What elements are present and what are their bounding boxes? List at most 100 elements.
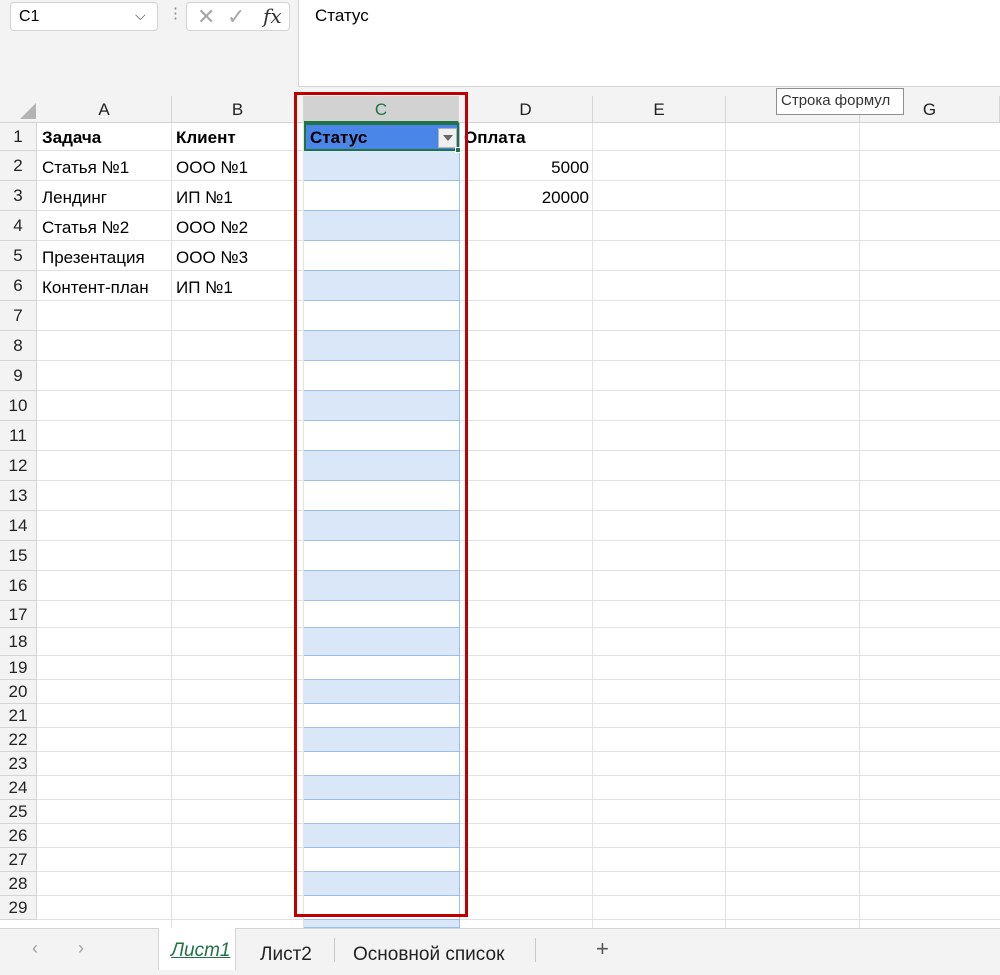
grid-line bbox=[37, 655, 1000, 656]
cancel-icon[interactable]: ✕ bbox=[197, 4, 215, 30]
name-box-value: C1 bbox=[19, 8, 40, 25]
grid-line bbox=[37, 570, 1000, 571]
sheet-tab-label: Лист1 bbox=[171, 940, 231, 961]
table-cell-b[interactable]: ООО №2 bbox=[176, 218, 248, 238]
formula-content: Статус bbox=[315, 6, 369, 25]
chevron-left-icon[interactable]: ‹ bbox=[32, 938, 38, 959]
row-header[interactable]: 19 bbox=[0, 656, 37, 680]
grid-line bbox=[37, 540, 1000, 541]
row-header[interactable]: 8 bbox=[0, 331, 37, 361]
grid-line bbox=[37, 823, 1000, 824]
table-cell-a[interactable]: Статья №1 bbox=[42, 158, 129, 178]
sheet-tab-3[interactable]: Основной список bbox=[353, 944, 504, 966]
row-header[interactable]: 3 bbox=[0, 181, 37, 211]
highlight-box bbox=[294, 92, 468, 917]
row-header[interactable]: 28 bbox=[0, 872, 37, 896]
table-cell-a[interactable]: Лендинг bbox=[42, 188, 107, 208]
grid-line bbox=[37, 703, 1000, 704]
grid-line bbox=[37, 480, 1000, 481]
grid-line bbox=[37, 270, 1000, 271]
grid-line bbox=[37, 150, 1000, 151]
row-header[interactable]: 24 bbox=[0, 776, 37, 800]
formula-buttons: ✕ ✓ fx bbox=[186, 2, 290, 31]
column-header-b[interactable]: B bbox=[172, 96, 304, 123]
row-header[interactable]: 29 bbox=[0, 896, 37, 920]
sheet-tab-1[interactable]: Лист1 bbox=[158, 928, 236, 970]
chevron-down-icon[interactable]: ⌵ bbox=[135, 7, 146, 24]
table-cell-a[interactable]: Статья №2 bbox=[42, 218, 129, 238]
grid-line bbox=[37, 210, 1000, 211]
grid-line bbox=[592, 123, 593, 928]
grid-line bbox=[37, 300, 1000, 301]
grid-line bbox=[37, 600, 1000, 601]
row-header[interactable]: 21 bbox=[0, 704, 37, 728]
row-header[interactable]: 13 bbox=[0, 481, 37, 511]
row-header[interactable]: 6 bbox=[0, 271, 37, 301]
row-header[interactable]: 11 bbox=[0, 421, 37, 451]
grid-line bbox=[37, 330, 1000, 331]
grid-line bbox=[171, 123, 172, 928]
grid-line bbox=[859, 123, 860, 928]
table-cell-b[interactable]: ИП №1 bbox=[176, 278, 233, 298]
select-all-icon[interactable] bbox=[20, 103, 36, 119]
more-options-icon[interactable]: ⋮ bbox=[168, 4, 183, 22]
grid-line bbox=[37, 180, 1000, 181]
grid-line bbox=[37, 450, 1000, 451]
divider bbox=[535, 938, 536, 962]
row-header[interactable]: 26 bbox=[0, 824, 37, 848]
table-cell-b[interactable]: ООО №3 bbox=[176, 248, 248, 268]
row-header[interactable]: 14 bbox=[0, 511, 37, 541]
header-cell-b[interactable]: Клиент bbox=[176, 128, 236, 148]
grid-line bbox=[37, 919, 1000, 920]
table-cell-a[interactable]: Контент-план bbox=[42, 278, 149, 298]
insert-function-icon[interactable]: fx bbox=[263, 4, 282, 28]
row-header[interactable]: 22 bbox=[0, 728, 37, 752]
row-header[interactable]: 27 bbox=[0, 848, 37, 872]
enter-icon[interactable]: ✓ bbox=[227, 4, 245, 30]
row-header[interactable]: 1 bbox=[0, 123, 37, 151]
table-cell-c[interactable] bbox=[304, 920, 459, 928]
add-sheet-icon[interactable]: + bbox=[596, 936, 609, 962]
divider bbox=[334, 938, 335, 962]
table-cell-d[interactable]: 20000 bbox=[462, 188, 589, 208]
grid-line bbox=[37, 751, 1000, 752]
row-header[interactable]: 2 bbox=[0, 151, 37, 181]
row-header[interactable]: 10 bbox=[0, 391, 37, 421]
table-cell-b[interactable]: ООО №1 bbox=[176, 158, 248, 178]
name-box[interactable]: C1 ⌵ bbox=[10, 2, 158, 31]
grid-line bbox=[37, 679, 1000, 680]
row-header[interactable]: 12 bbox=[0, 451, 37, 481]
row-header[interactable]: 5 bbox=[0, 241, 37, 271]
row-header[interactable]: 15 bbox=[0, 541, 37, 571]
row-header[interactable]: 16 bbox=[0, 571, 37, 601]
grid-line bbox=[37, 627, 1000, 628]
grid-line bbox=[37, 799, 1000, 800]
header-cell-a[interactable]: Задача bbox=[42, 128, 101, 148]
row-header[interactable]: 25 bbox=[0, 800, 37, 824]
column-header-e[interactable]: E bbox=[593, 96, 726, 123]
formula-input[interactable]: Статус bbox=[298, 0, 1000, 87]
table-cell-a[interactable]: Презентация bbox=[42, 248, 145, 268]
grid-line bbox=[37, 390, 1000, 391]
column-header-d[interactable]: D bbox=[459, 96, 593, 123]
sheet-tab-2[interactable]: Лист2 bbox=[260, 944, 312, 966]
column-header-a[interactable]: A bbox=[37, 96, 172, 123]
table-cell-d[interactable]: 5000 bbox=[462, 158, 589, 178]
grid-line bbox=[37, 240, 1000, 241]
tooltip: Строка формул bbox=[776, 88, 904, 115]
table-cell-b[interactable]: ИП №1 bbox=[176, 188, 233, 208]
row-header[interactable]: 18 bbox=[0, 628, 37, 656]
row-header[interactable]: 7 bbox=[0, 301, 37, 331]
header-cell-d[interactable]: Оплата bbox=[464, 128, 526, 148]
grid-line bbox=[37, 895, 1000, 896]
row-header[interactable]: 17 bbox=[0, 601, 37, 628]
chevron-right-icon[interactable]: › bbox=[78, 938, 84, 959]
grid-line bbox=[37, 510, 1000, 511]
row-header[interactable]: 4 bbox=[0, 211, 37, 241]
grid-line bbox=[37, 420, 1000, 421]
grid-line bbox=[37, 847, 1000, 848]
row-header[interactable]: 9 bbox=[0, 361, 37, 391]
row-header[interactable]: 23 bbox=[0, 752, 37, 776]
row-header[interactable]: 20 bbox=[0, 680, 37, 704]
grid-line bbox=[37, 727, 1000, 728]
